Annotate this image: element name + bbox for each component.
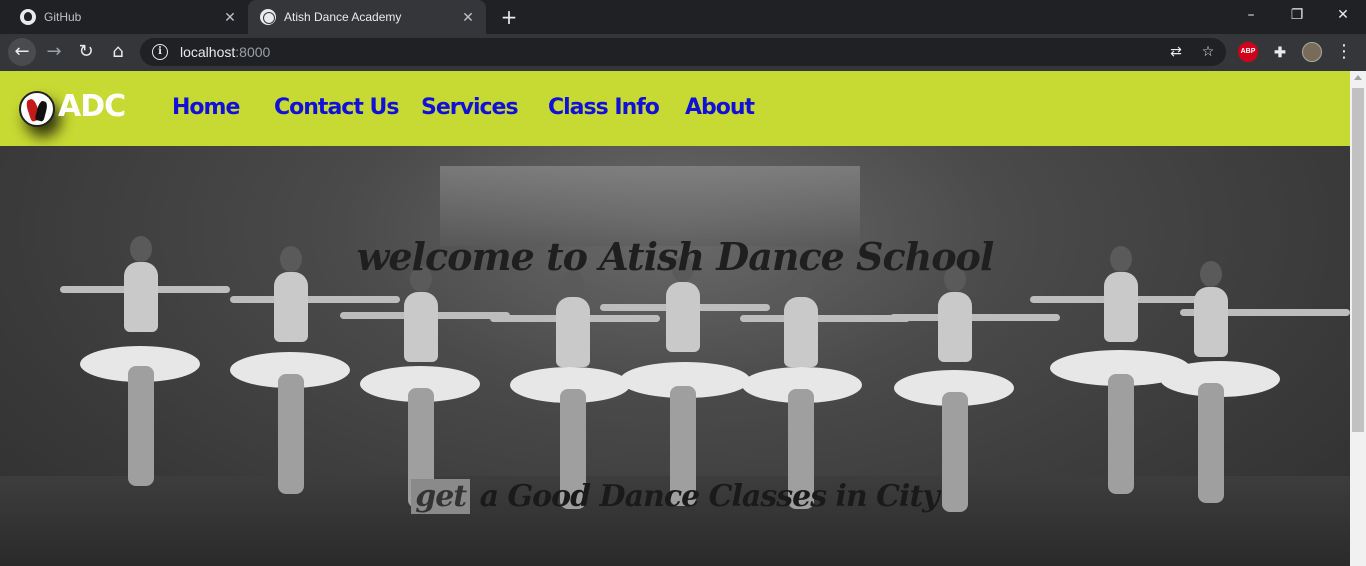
- translate-icon[interactable]: ⇄: [1168, 44, 1184, 60]
- nav-services-link[interactable]: Services: [421, 95, 519, 120]
- web-page: ADC Home Contact Us Services Class Info …: [0, 71, 1350, 566]
- window-close-button[interactable]: ✕: [1320, 0, 1366, 34]
- extensions-icon[interactable]: ✚: [1270, 42, 1290, 62]
- close-tab-icon[interactable]: ✕: [222, 9, 238, 25]
- dancers-logo-icon[interactable]: [19, 91, 55, 127]
- adblock-plus-icon[interactable]: ABP: [1238, 42, 1258, 62]
- hero-tagline: get a Good Dance Classes in City: [0, 479, 1350, 514]
- tagline-text: a Good Dance Classes in City: [479, 479, 940, 514]
- url-host: localhost: [180, 44, 236, 60]
- reload-button[interactable]: ↻: [72, 38, 100, 66]
- home-button[interactable]: ⌂: [104, 38, 132, 66]
- nav-home-link[interactable]: Home: [172, 95, 240, 120]
- site-info-icon[interactable]: i: [152, 44, 168, 60]
- profile-avatar[interactable]: [1302, 42, 1322, 62]
- scroll-up-arrow-icon[interactable]: [1354, 75, 1362, 80]
- restore-button[interactable]: ❐: [1274, 0, 1320, 34]
- globe-icon: [260, 9, 276, 25]
- nav-about-link[interactable]: About: [685, 95, 755, 120]
- tab-atish-dance-academy[interactable]: Atish Dance Academy ✕: [248, 0, 486, 34]
- logo-text[interactable]: ADC: [58, 89, 126, 124]
- nav-contact-us-link[interactable]: Contact Us: [274, 95, 399, 120]
- close-tab-icon[interactable]: ✕: [460, 9, 476, 25]
- new-tab-button[interactable]: +: [498, 6, 520, 28]
- tab-title: GitHub: [44, 10, 82, 24]
- nav-class-info-link[interactable]: Class Info: [548, 95, 660, 120]
- page-scrollbar[interactable]: [1350, 71, 1366, 566]
- site-navbar: ADC Home Contact Us Services Class Info …: [0, 71, 1350, 146]
- minimize-button[interactable]: –: [1228, 0, 1274, 34]
- browser-toolbar: ← → ↻ ⌂ i localhost :8000 ⇄ ☆ ABP ✚ ⋮: [0, 34, 1366, 71]
- github-icon: [20, 9, 36, 25]
- tab-github[interactable]: GitHub ✕: [8, 0, 248, 34]
- tab-title: Atish Dance Academy: [284, 10, 402, 24]
- url-port: :8000: [235, 44, 271, 60]
- back-button[interactable]: ←: [8, 38, 36, 66]
- hero-ballet-image: welcome to Atish Dance School get a Good…: [0, 146, 1350, 566]
- address-bar[interactable]: i localhost :8000 ⇄ ☆: [140, 38, 1226, 66]
- tab-strip: GitHub ✕ Atish Dance Academy ✕ + – ❐ ✕: [0, 0, 1366, 34]
- bookmark-star-icon[interactable]: ☆: [1200, 44, 1216, 60]
- hero-title: welcome to Atish Dance School: [356, 234, 995, 279]
- browser-menu-button[interactable]: ⋮: [1330, 38, 1358, 66]
- tagline-highlight: get: [411, 479, 471, 514]
- forward-button[interactable]: →: [40, 38, 68, 66]
- scrollbar-thumb[interactable]: [1352, 88, 1364, 432]
